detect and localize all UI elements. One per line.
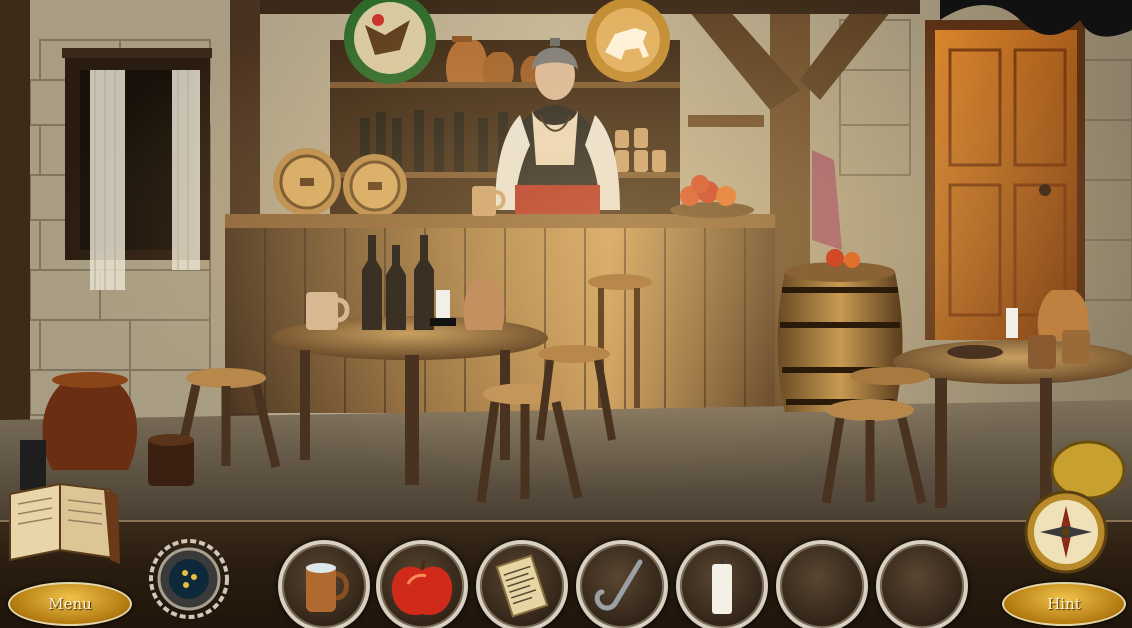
- white-candle-icon: [712, 558, 732, 614]
- inventory-slot-7[interactable]: [876, 540, 968, 628]
- hint-label: Hint: [1047, 595, 1081, 613]
- dark-mug-foreground[interactable]: [148, 434, 194, 486]
- menu-button[interactable]: Menu: [8, 582, 132, 626]
- game-viewport[interactable]: Menu Hint: [0, 0, 1132, 628]
- inventory-slot-2[interactable]: [376, 540, 468, 628]
- table-bottles[interactable]: [362, 235, 434, 330]
- map-amulet-button[interactable]: [148, 538, 230, 620]
- parchment-scroll-icon: [495, 554, 549, 618]
- open-book-icon: [9, 482, 120, 564]
- compass-icon: [1024, 440, 1126, 574]
- pocket-watch-icon: [1050, 440, 1126, 500]
- inventory-slot-6[interactable]: [776, 540, 868, 628]
- hint-button[interactable]: Hint: [1002, 582, 1126, 626]
- menu-label: Menu: [48, 595, 92, 613]
- red-apple-icon: [391, 559, 453, 616]
- inventory-slot-3[interactable]: [476, 540, 568, 628]
- amulet-icon: [149, 539, 229, 619]
- inventory-slot-4[interactable]: [576, 540, 668, 628]
- journal-button[interactable]: [4, 472, 124, 572]
- table-jug[interactable]: [463, 280, 505, 330]
- compass-button[interactable]: [1010, 436, 1130, 576]
- clay-mug-icon: [306, 563, 349, 612]
- iron-hook-icon: [594, 559, 643, 611]
- inventory-hud: Menu Hint: [0, 440, 1132, 628]
- barrel[interactable]: [777, 249, 903, 412]
- inventory-slot-5[interactable]: [676, 540, 768, 628]
- inventory-slot-1[interactable]: [278, 540, 370, 628]
